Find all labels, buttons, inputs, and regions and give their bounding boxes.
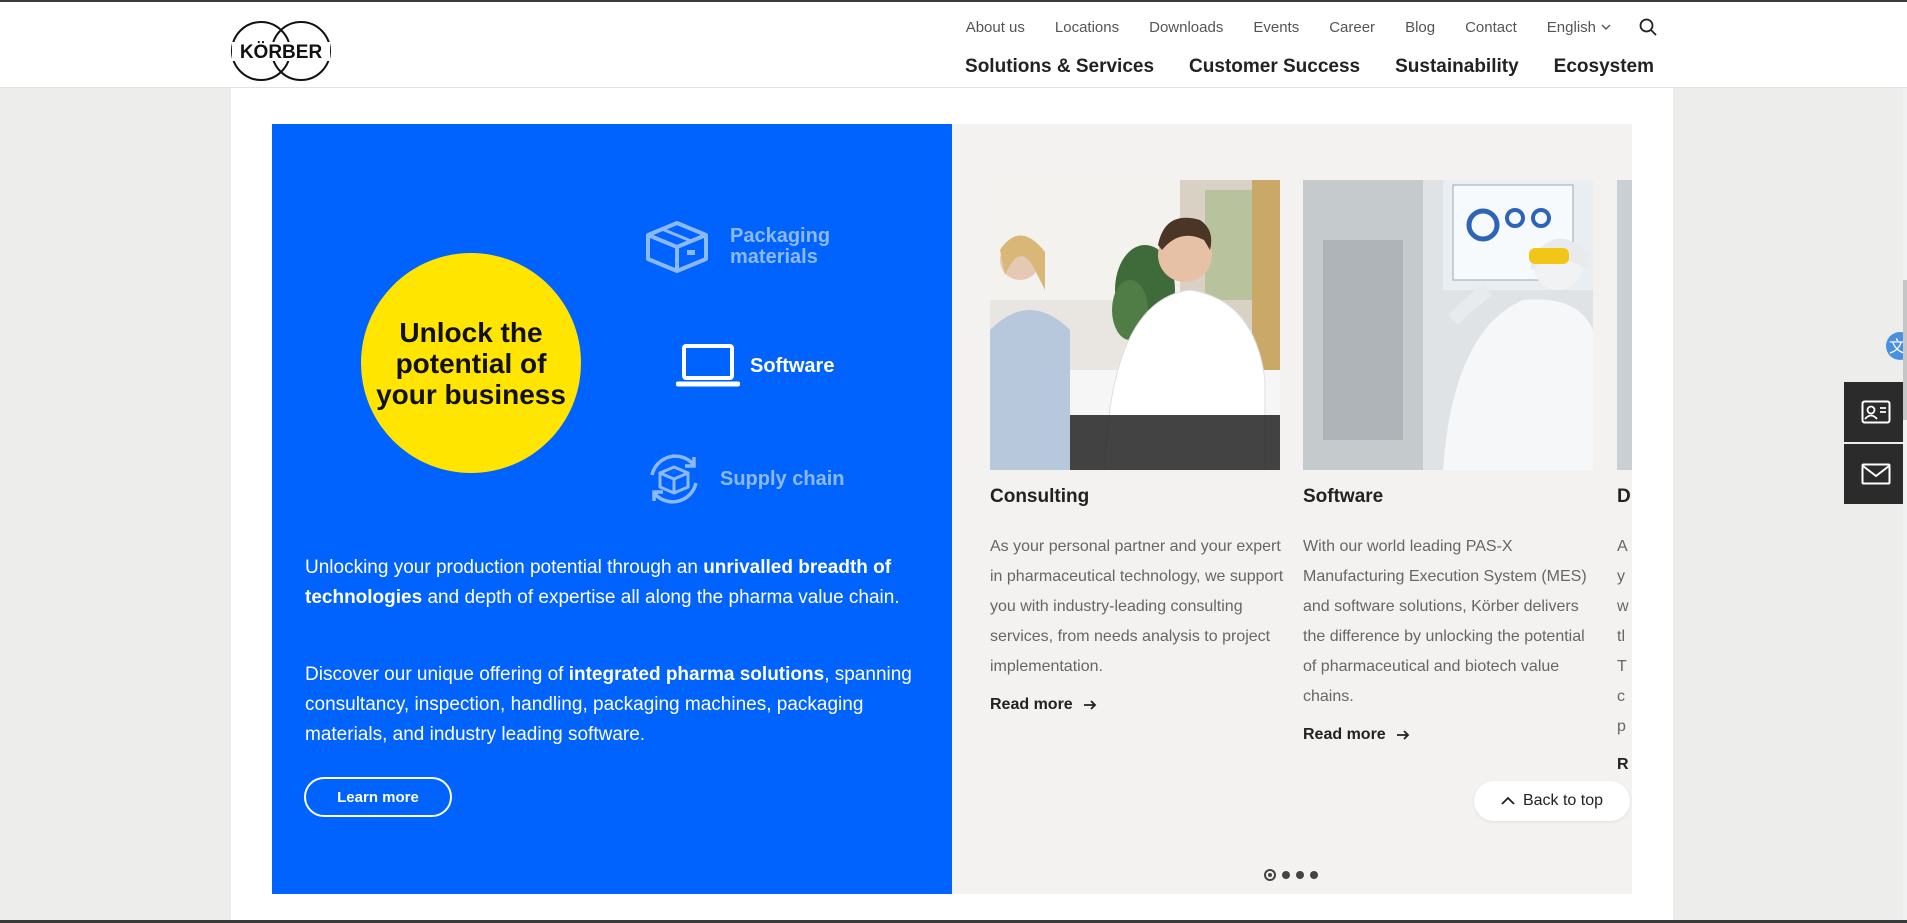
card-image-consulting[interactable] [990, 180, 1280, 470]
nav-ecosystem[interactable]: Ecosystem [1554, 56, 1654, 78]
language-selector[interactable]: English [1547, 19, 1611, 36]
chevron-down-icon [1601, 24, 1611, 30]
product-label: Supply chain [720, 467, 845, 490]
supply-chain-cycle-icon [650, 454, 698, 504]
nav-career[interactable]: Career [1329, 19, 1375, 36]
hero-paragraph-2: Discover our unique offering of integrat… [305, 664, 912, 745]
read-more-link[interactable]: Read more [990, 696, 1280, 714]
search-icon[interactable] [1639, 18, 1657, 36]
hero-panel: Unlock the potential of your business Pa… [272, 124, 952, 894]
contact-card-button[interactable] [1844, 382, 1907, 442]
arrow-right-icon [1083, 700, 1096, 710]
badge-text: Unlock the potential of your business [376, 316, 566, 410]
learn-more-button[interactable]: Learn more [304, 777, 452, 817]
contact-card-icon [1861, 400, 1890, 424]
site-header: KÖRBER About us Locations Downloads Even… [0, 0, 1907, 88]
read-more-peek: R [1617, 756, 1629, 773]
carousel-dot-1[interactable] [1264, 869, 1276, 881]
product-packaging-materials[interactable]: Packaging materials [644, 219, 860, 275]
card-consulting: Consulting As your personal partner and … [990, 180, 1283, 714]
nav-customer-success[interactable]: Customer Success [1189, 56, 1360, 78]
nav-about-us[interactable]: About us [966, 19, 1025, 36]
korber-logo[interactable]: KÖRBER [230, 20, 332, 82]
nav-solutions-services[interactable]: Solutions & Services [965, 56, 1154, 78]
read-more-link[interactable]: Read more [1303, 726, 1593, 744]
envelope-icon [1861, 463, 1890, 485]
product-label: Packaging materials [730, 225, 831, 268]
product-software[interactable]: Software [676, 342, 834, 390]
card-text-peek: A y w tl T c p [1617, 538, 1629, 735]
nav-sustainability[interactable]: Sustainability [1395, 56, 1519, 78]
carousel-pagination [1264, 869, 1324, 881]
main-nav: Solutions & Services Customer Success Su… [930, 56, 1654, 78]
hero-paragraph-1: Unlocking your production potential thro… [305, 557, 900, 608]
consulting-photo [990, 180, 1280, 470]
card-image-software[interactable] [1303, 180, 1593, 470]
card-image-peek [1617, 180, 1632, 470]
card-title: Software [1303, 486, 1384, 507]
card-title-peek: D [1617, 486, 1631, 507]
language-label: English [1546, 18, 1596, 36]
arrow-right-icon [1396, 730, 1409, 740]
scrollbar-track[interactable] [1903, 0, 1907, 923]
nav-blog[interactable]: Blog [1405, 19, 1435, 36]
scrollbar-thumb[interactable] [1903, 280, 1907, 420]
carousel-dot-4[interactable] [1310, 871, 1318, 879]
card-description: With our world leading PAS-X Manufacturi… [1303, 538, 1587, 705]
product-label: Software [750, 354, 835, 377]
chevron-up-icon [1501, 796, 1515, 805]
utility-nav: About us Locations Downloads Events Care… [936, 18, 1657, 36]
nav-locations[interactable]: Locations [1055, 19, 1119, 36]
back-to-top-button[interactable]: Back to top [1474, 781, 1630, 821]
carousel-dot-2[interactable] [1282, 871, 1290, 879]
email-button[interactable] [1844, 444, 1907, 504]
software-photo [1303, 180, 1593, 470]
product-supply-chain[interactable]: Supply chain [642, 447, 844, 511]
solutions-carousel: Consulting As your personal partner and … [952, 124, 1632, 894]
unlock-potential-badge: Unlock the potential of your business [361, 253, 581, 473]
nav-events[interactable]: Events [1253, 19, 1299, 36]
card-software: Software With our world leading PAS-X Ma… [1303, 180, 1593, 744]
card-title: Consulting [990, 486, 1090, 507]
card-peek-next[interactable]: D A y w tl T c p R [1617, 180, 1632, 774]
carousel-dot-3[interactable] [1296, 871, 1304, 879]
logo-text: KÖRBER [240, 42, 323, 63]
card-description: As your personal partner and your expert… [990, 538, 1284, 675]
package-box-icon [646, 221, 708, 273]
nav-downloads[interactable]: Downloads [1149, 19, 1223, 36]
laptop-icon [676, 344, 740, 387]
nav-contact[interactable]: Contact [1465, 19, 1517, 36]
